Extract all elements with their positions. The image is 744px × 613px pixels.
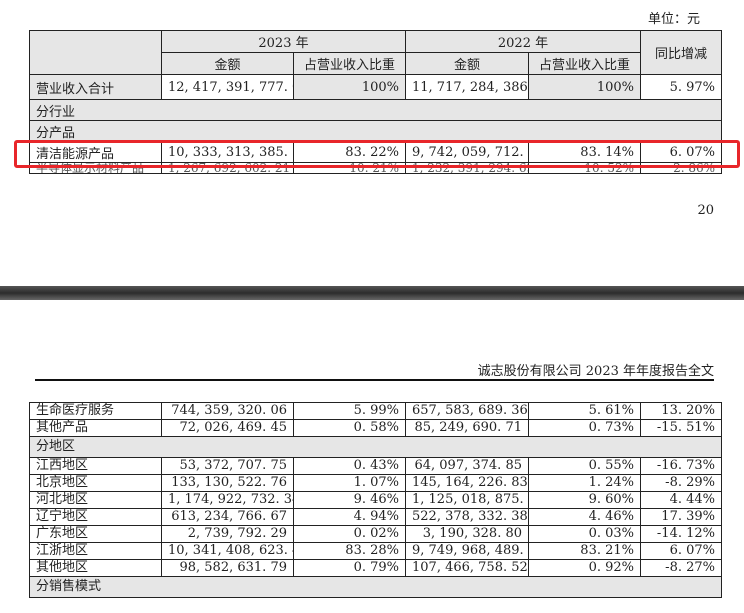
row-label: 辽宁地区: [29, 508, 162, 526]
amount-2022: 107, 466, 758. 52: [405, 559, 529, 577]
revenue-table-page2: 生命医疗服务 744, 359, 320. 06 5. 99% 657, 583, 6…: [29, 402, 722, 598]
amount-2023: 613, 234, 766. 67: [161, 508, 294, 526]
header-yoy: 同比增减: [640, 30, 722, 75]
amount-2023: 98, 582, 631. 79: [161, 559, 294, 577]
header-rule: [35, 379, 714, 381]
ratio-2022: 1. 24%: [528, 474, 641, 492]
ratio-2022: 4. 46%: [528, 508, 641, 526]
table-row-region: 辽宁地区 613, 234, 766. 67 4. 94% 522, 378, 332…: [29, 508, 722, 526]
page-separator: [0, 286, 744, 300]
ratio-2023: 4. 94%: [293, 508, 406, 526]
ratio-2023: 0. 58%: [293, 419, 406, 437]
header-blank: [29, 30, 162, 75]
ratio-2022: 0. 73%: [528, 419, 641, 437]
amount-2023: 12, 417, 391, 777. 08: [161, 74, 294, 100]
table-row-region: 其他地区 98, 582, 631. 79 0. 79% 107, 466, 758.…: [29, 559, 722, 577]
ratio-2023: 100%: [293, 74, 406, 100]
amount-2022: 64, 097, 374. 85: [405, 457, 529, 475]
yoy-change: 4. 44%: [640, 491, 722, 509]
yoy-change: 13. 20%: [640, 402, 722, 420]
table-row-region: 河北地区 1, 174, 922, 732. 34 9. 46% 1, 125, 01…: [29, 491, 722, 509]
section-sales-model: 分销售模式: [29, 576, 722, 598]
amount-2022: 85, 249, 690. 71: [405, 419, 529, 437]
amount-2022: 3, 190, 328. 80: [405, 525, 529, 543]
amount-2022: 522, 378, 332. 38: [405, 508, 529, 526]
table-row-region: 江浙地区10, 341, 408, 623. 4883. 28%9, 749, …: [29, 542, 722, 560]
ratio-2023: 0. 79%: [293, 559, 406, 577]
yoy-change: 5. 97%: [640, 74, 722, 100]
ratio-2022: 83. 21%: [528, 542, 641, 560]
table-row: 其他产品 72, 026, 469. 45 0. 58% 85, 249, 690. …: [29, 419, 722, 437]
header-2023: 2023 年: [161, 30, 406, 53]
row-label: 河北地区: [29, 491, 162, 509]
yoy-change: 6. 07%: [640, 542, 722, 560]
ratio-2022: 0. 92%: [528, 559, 641, 577]
amount-2023: 744, 359, 320. 06: [161, 402, 294, 420]
row-label: 其他地区: [29, 559, 162, 577]
table-row-region: 广东地区 2, 739, 792. 29 0. 02% 3, 190, 328. 80…: [29, 525, 722, 543]
ratio-2023: 5. 99%: [293, 402, 406, 420]
table-row-region: 江西地区 53, 372, 707. 75 0. 43% 64, 097, 374. …: [29, 457, 722, 475]
amount-2023: 2, 739, 792. 29: [161, 525, 294, 543]
ratio-2023: 0. 43%: [293, 457, 406, 475]
yoy-change: -8. 27%: [640, 559, 722, 577]
yoy-change: -8. 29%: [640, 474, 722, 492]
yoy-change: -14. 12%: [640, 525, 722, 543]
header-amount-2022: 金额: [405, 52, 529, 75]
ratio-2022: 9. 60%: [528, 491, 641, 509]
section-product: 分产品: [29, 120, 722, 142]
row-label: 北京地区: [29, 474, 162, 492]
ratio-2022: 100%: [528, 74, 641, 100]
ratio-2023: 0. 02%: [293, 525, 406, 543]
ratio-2022: 0. 55%: [528, 457, 641, 475]
section-region: 分地区: [29, 436, 722, 458]
amount-2022: 11, 717, 284, 386. 82: [405, 74, 529, 100]
header-amount-2023: 金额: [161, 52, 294, 75]
ratio-2023: 1. 07%: [293, 474, 406, 492]
amount-2022: 657, 583, 689. 36: [405, 402, 529, 420]
amount-2022: 1, 125, 018, 875. 79: [405, 491, 529, 509]
ratio-2022: 5. 61%: [528, 402, 641, 420]
amount-2022: 145, 164, 226. 83: [405, 474, 529, 492]
yoy-change: 17. 39%: [640, 508, 722, 526]
highlight-box: [14, 140, 740, 168]
row-label: 江浙地区: [29, 542, 162, 560]
row-label: 广东地区: [29, 525, 162, 543]
section-industry: 分行业: [29, 99, 722, 121]
page-header: 诚志股份有限公司 2023 年年度报告全文: [477, 364, 714, 379]
header-ratio-2023: 占营业收入比重: [293, 52, 406, 75]
row-label: 生命医疗服务: [29, 402, 162, 420]
unit-label: 单位：元: [647, 12, 700, 27]
header-ratio-2022-text: 占营业收入比重: [538, 58, 630, 73]
yoy-change: -15. 51%: [640, 419, 722, 437]
yoy-change: -16. 73%: [640, 457, 722, 475]
row-label: 其他产品: [29, 419, 162, 437]
amount-2023: 53, 372, 707. 75: [161, 457, 294, 475]
table-row: 生命医疗服务 744, 359, 320. 06 5. 99% 657, 583, 6…: [29, 402, 722, 420]
table-row-region: 北京地区 133, 130, 522. 76 1. 07% 145, 164, 226…: [29, 474, 722, 492]
table-row-total: 营业收入合计 12, 417, 391, 777. 08 100% 11, 71…: [29, 74, 722, 100]
amount-2023: 72, 026, 469. 45: [161, 419, 294, 437]
ratio-2023: 83. 28%: [293, 542, 406, 560]
amount-2023: 133, 130, 522. 76: [161, 474, 294, 492]
row-label: 营业收入合计: [29, 74, 162, 100]
ratio-2023: 9. 46%: [293, 491, 406, 509]
amount-2023: 10, 341, 408, 623. 48: [161, 542, 294, 560]
header-ratio-2022: 占营业收入比重: [528, 52, 641, 75]
page-number: 20: [697, 203, 714, 218]
ratio-2022: 0. 03%: [528, 525, 641, 543]
header-2022: 2022 年: [405, 30, 641, 53]
amount-2023: 1, 174, 922, 732. 34: [161, 491, 294, 509]
amount-2022: 9, 749, 968, 489. 65: [405, 542, 529, 560]
row-label: 江西地区: [29, 457, 162, 475]
